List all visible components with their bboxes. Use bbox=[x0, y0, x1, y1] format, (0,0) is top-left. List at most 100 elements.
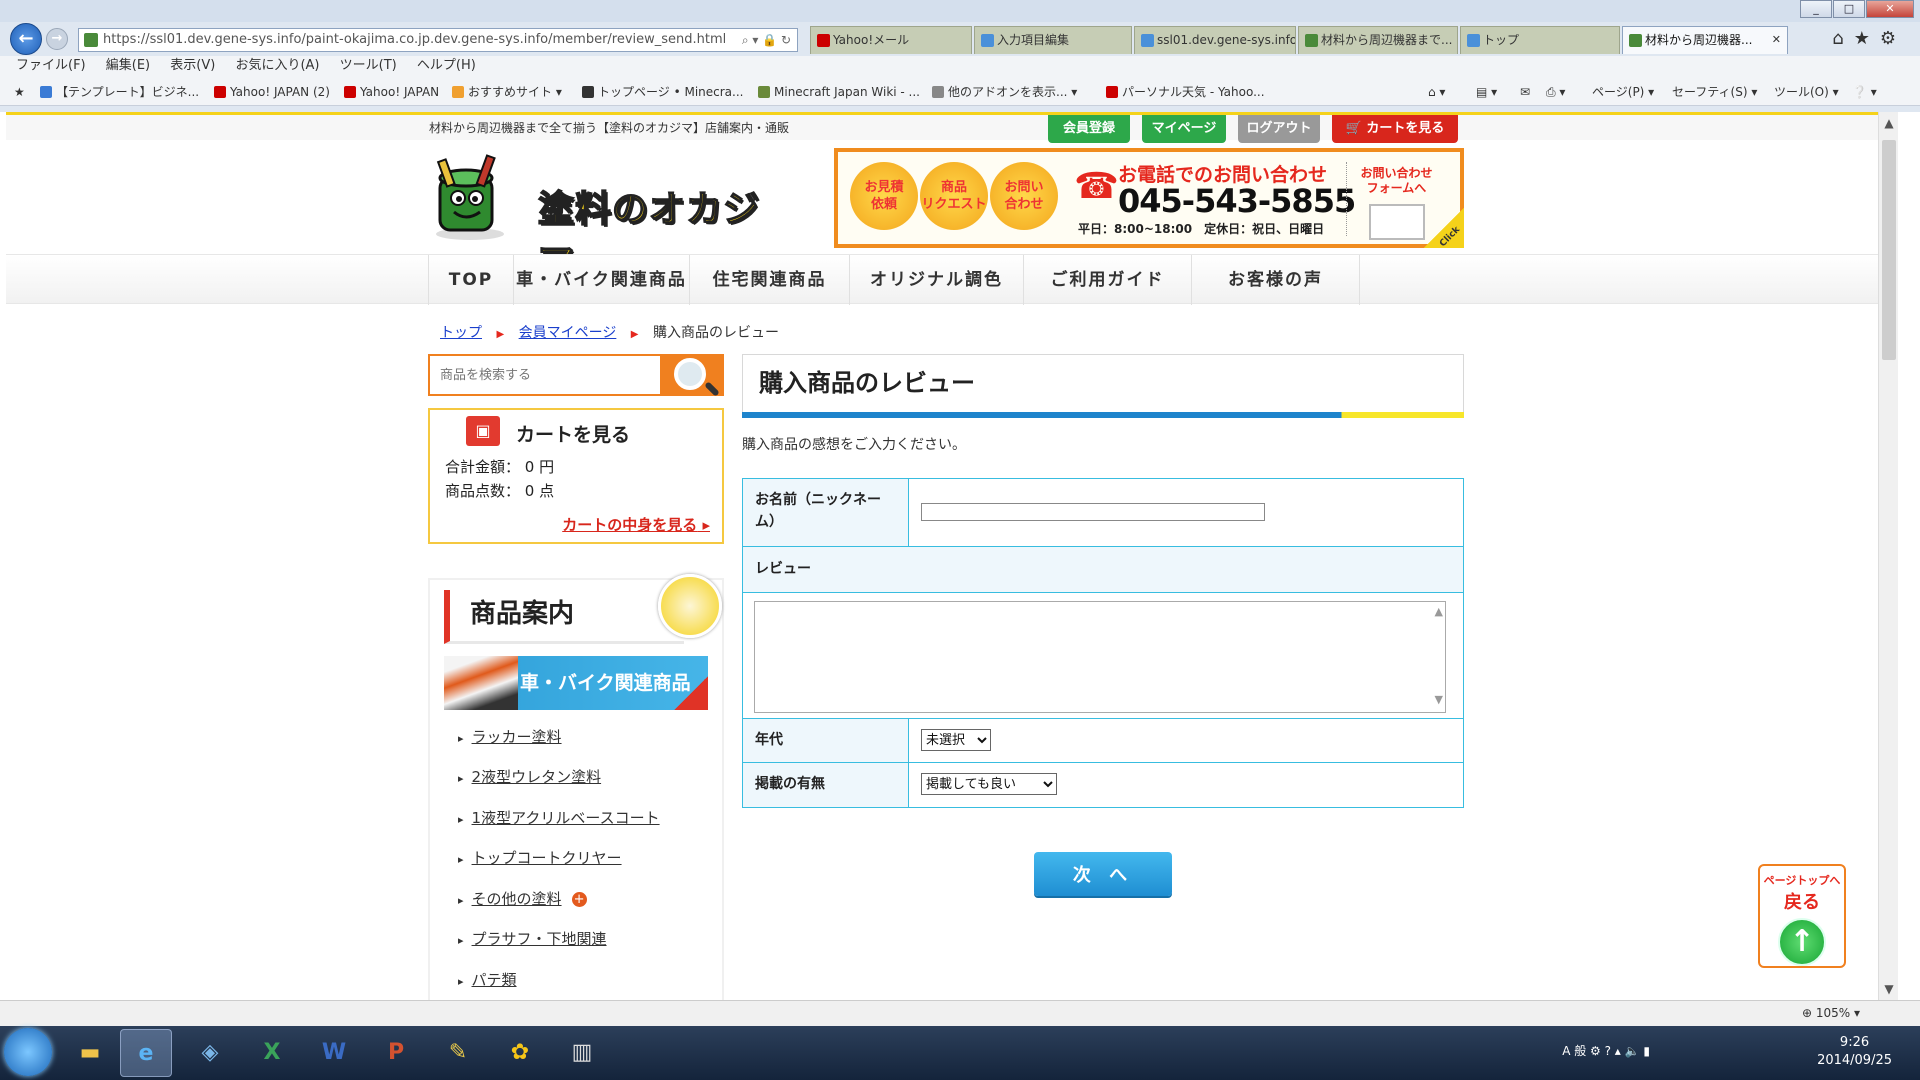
tab-okajima-active[interactable]: 材料から周辺機器... ✕ bbox=[1622, 26, 1788, 54]
gnav-top[interactable]: TOP bbox=[428, 255, 514, 305]
favorites-star-icon[interactable]: ★ bbox=[14, 78, 25, 106]
forward-button[interactable]: → bbox=[46, 28, 68, 50]
scroll-up-icon[interactable]: ▲ bbox=[1435, 605, 1443, 618]
gnav-guide[interactable]: ご利用ガイド bbox=[1024, 255, 1192, 305]
cart-summary-title: カートを見る bbox=[516, 424, 631, 446]
search-input[interactable] bbox=[430, 356, 660, 394]
register-button[interactable]: 会員登録 bbox=[1048, 115, 1130, 143]
ie-page-icon bbox=[1141, 34, 1154, 47]
favorite-weather[interactable]: パーソナル天気 - Yahoo... bbox=[1106, 78, 1265, 106]
publish-select[interactable]: 掲載しても良い bbox=[921, 773, 1057, 795]
menu-favorites[interactable]: お気に入り(A) bbox=[235, 58, 319, 73]
category-lacquer[interactable]: ラッカー塗料 bbox=[458, 726, 562, 747]
tray-icons[interactable]: A 般 ⚙ ? ▴ 🔈 ▮ bbox=[1562, 1042, 1650, 1059]
logout-button[interactable]: ログアウト bbox=[1238, 115, 1320, 143]
minimize-icon[interactable]: _ bbox=[1800, 0, 1832, 18]
excel-icon[interactable]: X bbox=[246, 1029, 298, 1077]
scrollbar-thumb[interactable] bbox=[1882, 140, 1896, 360]
minecraft-icon bbox=[758, 86, 770, 98]
nickname-input[interactable] bbox=[921, 503, 1265, 521]
menu-file[interactable]: ファイル(F) bbox=[16, 58, 86, 73]
menu-help[interactable]: ヘルプ(H) bbox=[417, 58, 476, 73]
search-button[interactable] bbox=[660, 356, 722, 394]
powerpoint-icon[interactable]: P bbox=[370, 1029, 422, 1077]
favorite-minecraft-top[interactable]: トップページ • Minecra... bbox=[582, 78, 743, 106]
help-icon[interactable]: ❔ ▾ bbox=[1852, 78, 1877, 106]
favorite-minecraft-wiki[interactable]: Minecraft Japan Wiki - ... bbox=[758, 78, 920, 106]
command-page[interactable]: ページ(P) ▾ bbox=[1592, 78, 1654, 106]
start-button[interactable] bbox=[4, 1028, 52, 1076]
menu-edit[interactable]: 編集(E) bbox=[106, 58, 150, 73]
next-button[interactable]: 次 へ bbox=[1034, 852, 1172, 896]
favorite-recommended[interactable]: おすすめサイト ▾ bbox=[452, 78, 562, 106]
tab-input-edit[interactable]: 入力項目編集 bbox=[974, 26, 1132, 54]
breadcrumb-mypage[interactable]: 会員マイページ bbox=[519, 325, 617, 341]
favorite-addons[interactable]: 他のアドオンを表示... ▾ bbox=[932, 78, 1077, 106]
explorer-folder-icon[interactable]: ▬ bbox=[64, 1029, 116, 1077]
category-putty[interactable]: パテ類 bbox=[458, 969, 517, 990]
mypage-button[interactable]: マイページ bbox=[1142, 115, 1226, 143]
favorite-yahoo[interactable]: Yahoo! JAPAN bbox=[344, 78, 439, 106]
gnav-housing[interactable]: 住宅関連商品 bbox=[690, 255, 850, 305]
contact-banner[interactable]: お見積 依頼 商品 リクエスト お問い 合わせ ☎ お電話でのお問い合わせ 04… bbox=[834, 148, 1464, 249]
home-favorites-settings-icons[interactable]: ⌂★⚙ bbox=[1832, 28, 1906, 49]
address-bar[interactable]: https://ssl01.dev.gene-sys.info/paint-ok… bbox=[78, 28, 798, 52]
category-topcoat-clear[interactable]: トップコートクリヤー bbox=[458, 847, 622, 868]
age-select[interactable]: 未選択 bbox=[921, 729, 991, 751]
close-window-icon[interactable]: ✕ bbox=[1866, 0, 1914, 18]
review-form: お名前（ニックネーム） レビュー ▲ ▼ 年代 未選択 掲載の有無 掲載しても良… bbox=[742, 478, 1464, 808]
category-2k-urethane[interactable]: 2液型ウレタン塗料 bbox=[458, 766, 602, 787]
breadcrumb-home[interactable]: トップ bbox=[440, 325, 482, 341]
3d-cube-icon[interactable]: ◈ bbox=[184, 1029, 236, 1077]
scroll-up-icon[interactable]: ▲ bbox=[1879, 116, 1899, 130]
word-icon[interactable]: W bbox=[308, 1029, 360, 1077]
gnav-car-bike[interactable]: 車・バイク関連商品 bbox=[514, 255, 690, 305]
close-tab-icon[interactable]: ✕ bbox=[1772, 27, 1781, 53]
paint-icon[interactable]: ✎ bbox=[432, 1029, 484, 1077]
favorite-template[interactable]: 【テンプレート】ビジネ... bbox=[40, 78, 199, 106]
tab-ssl01[interactable]: ssl01.dev.gene-sys.info bbox=[1134, 26, 1296, 54]
browser-chrome: _ □ ✕ ← → https://ssl01.dev.gene-sys.inf… bbox=[0, 0, 1920, 112]
car-bike-banner[interactable]: 車・バイク関連商品 bbox=[444, 656, 708, 710]
page-top-button[interactable]: ページトップへ 戻る ↑ bbox=[1758, 864, 1846, 968]
tab-okajima-1[interactable]: 材料から周辺機器まで... bbox=[1298, 26, 1458, 54]
form-row-age: 年代 未選択 bbox=[743, 719, 1463, 763]
home-icon[interactable]: ⌂ ▾ bbox=[1428, 78, 1445, 106]
feeds-icon[interactable]: ▤ ▾ bbox=[1476, 78, 1497, 106]
favorite-yahoo-2[interactable]: Yahoo! JAPAN (2) bbox=[214, 78, 330, 106]
scroll-down-icon[interactable]: ▼ bbox=[1435, 693, 1443, 706]
print-icon[interactable]: ⎙ ▾ bbox=[1546, 78, 1565, 106]
tab-top[interactable]: トップ bbox=[1460, 26, 1620, 54]
tab-yahoo-mail[interactable]: Yahoo!メール bbox=[810, 26, 972, 54]
category-other-paints[interactable]: その他の塗料 bbox=[472, 890, 562, 908]
category-primer[interactable]: プラサフ・下地関連 bbox=[458, 928, 607, 949]
estimate-request-circle[interactable]: お見積 依頼 bbox=[850, 162, 918, 230]
yahoo-icon bbox=[817, 34, 830, 47]
clock[interactable]: 9:26 2014/09/25 bbox=[1817, 1034, 1892, 1070]
address-tools-icon[interactable]: ⌕ ▾ 🔒 ↻ bbox=[742, 29, 791, 51]
clapper-icon[interactable]: ▥ bbox=[556, 1029, 608, 1077]
gnav-customer-voice[interactable]: お客様の声 bbox=[1192, 255, 1360, 305]
menu-view[interactable]: 表示(V) bbox=[170, 58, 215, 73]
product-request-circle[interactable]: 商品 リクエスト bbox=[920, 162, 988, 230]
back-button[interactable]: ← bbox=[10, 23, 42, 55]
command-safety[interactable]: セーフティ(S) ▾ bbox=[1672, 78, 1757, 106]
inquiry-circle[interactable]: お問い 合わせ bbox=[990, 162, 1058, 230]
review-textarea[interactable] bbox=[754, 601, 1446, 713]
scroll-down-icon[interactable]: ▼ bbox=[1879, 982, 1899, 996]
expand-plus-icon[interactable]: + bbox=[571, 892, 587, 907]
vertical-scrollbar[interactable]: ▲ ▼ bbox=[1878, 112, 1898, 1000]
zoom-level[interactable]: ⊕ 105% ▾ bbox=[1802, 1001, 1860, 1025]
category-1k-acrylic[interactable]: 1液型アクリルベースコート bbox=[458, 807, 660, 828]
sunflower-icon[interactable]: ✿ bbox=[494, 1029, 546, 1077]
site-tagline: 材料から周辺機器まで全て揃う【塗料のオカジマ】店舗案内・通販 bbox=[429, 121, 790, 135]
mail-icon[interactable]: ✉ bbox=[1520, 78, 1530, 106]
internet-explorer-icon[interactable]: e bbox=[120, 1029, 172, 1077]
command-tools[interactable]: ツール(O) ▾ bbox=[1774, 78, 1839, 106]
view-cart-button[interactable]: 🛒 カートを見る bbox=[1332, 115, 1458, 143]
menu-tools[interactable]: ツール(T) bbox=[340, 58, 397, 73]
gnav-original-color[interactable]: オリジナル調色 bbox=[850, 255, 1024, 305]
view-cart-contents-link[interactable]: カートの中身を見る ▸ bbox=[562, 514, 710, 535]
site-logo[interactable]: 塗料のオカジマ bbox=[426, 148, 776, 283]
maximize-icon[interactable]: □ bbox=[1833, 0, 1865, 18]
